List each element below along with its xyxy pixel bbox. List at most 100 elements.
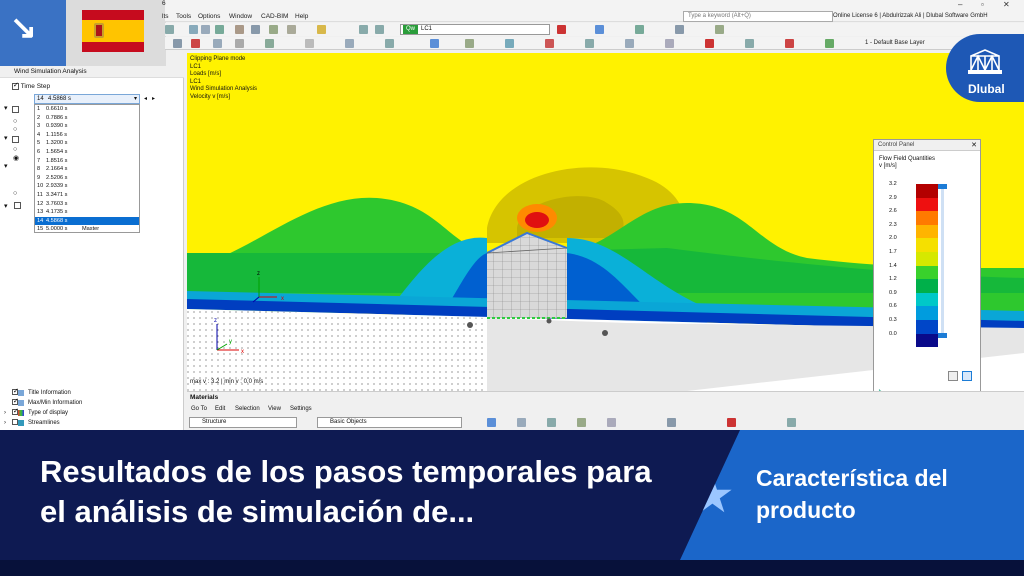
time-step-combo[interactable]: 14 4.5868 s ▾ [34, 94, 140, 104]
minimize-icon[interactable]: – [958, 0, 962, 9]
tree-checkbox[interactable] [12, 136, 19, 143]
chevron-down-icon[interactable]: ▾ [134, 95, 137, 103]
tool-icon[interactable] [505, 39, 514, 48]
time-step-item[interactable]: 5 1.3200 s [35, 139, 139, 148]
time-step-item[interactable]: 14 4.5868 s [35, 216, 139, 226]
menu-edit[interactable]: Edit [215, 406, 225, 412]
expand-icon[interactable]: ▾ [4, 134, 8, 142]
time-step-checkbox[interactable] [12, 81, 19, 90]
tool-icon[interactable] [201, 25, 210, 34]
tool-icon[interactable] [385, 39, 394, 48]
tool-icon[interactable] [787, 418, 796, 427]
time-step-row[interactable]: Time Step [12, 81, 50, 90]
tool-icon[interactable] [235, 39, 244, 48]
menu-window[interactable]: Window [229, 13, 252, 20]
expand-icon[interactable]: ▾ [4, 202, 8, 210]
menu-settings[interactable]: Settings [290, 406, 312, 412]
tool-icon[interactable] [235, 25, 244, 34]
tool-icon[interactable] [345, 39, 354, 48]
tool-icon[interactable] [745, 39, 754, 48]
chevron-right-icon[interactable]: › [4, 418, 6, 428]
tool-icon[interactable] [430, 39, 439, 48]
tool-icon[interactable] [517, 418, 526, 427]
tool-icon[interactable] [675, 25, 684, 34]
tool-icon[interactable] [635, 25, 644, 34]
tool-icon[interactable] [189, 25, 198, 34]
tool-icon[interactable] [317, 25, 326, 34]
time-step-item[interactable]: 13 4.1735 s [35, 208, 139, 217]
radio-icon[interactable]: ○ [13, 118, 17, 125]
tree-checkbox[interactable] [12, 106, 19, 113]
tree-item-streamlines[interactable]: › Streamlines [4, 418, 184, 428]
tool-icon[interactable] [785, 39, 794, 48]
legend-range-slider[interactable] [938, 184, 947, 338]
legend-toggle-icon[interactable] [962, 371, 972, 381]
time-step-item[interactable]: 7 1.8516 s [35, 157, 139, 166]
objects-select[interactable]: Basic Objects [317, 417, 462, 428]
menu-selection[interactable]: Selection [235, 406, 260, 412]
slider-min-handle[interactable] [938, 333, 947, 338]
slider-max-handle[interactable] [938, 184, 947, 189]
settings-icon[interactable] [948, 371, 958, 381]
tool-icon[interactable] [557, 25, 566, 34]
tool-icon[interactable] [165, 25, 174, 34]
layer-select[interactable]: 1 - Default Base Layer [865, 38, 955, 49]
tool-icon[interactable] [595, 25, 604, 34]
close-icon[interactable]: ✕ [971, 141, 977, 149]
expand-icon[interactable]: ▾ [4, 162, 8, 170]
time-step-item[interactable]: 1 0.6610 s [35, 105, 139, 114]
tool-icon[interactable] [667, 418, 676, 427]
tree-item-max-min-information[interactable]: Max/Min Information [4, 397, 184, 408]
time-step-item[interactable]: 2 0.7886 s [35, 114, 139, 123]
radio-icon[interactable]: ○ [13, 146, 17, 153]
radio-selected-icon[interactable]: ◉ [13, 154, 19, 162]
tool-icon[interactable] [305, 39, 314, 48]
tool-icon[interactable] [625, 39, 634, 48]
tool-icon[interactable] [577, 418, 586, 427]
tool-icon[interactable] [213, 39, 222, 48]
tool-icon[interactable] [607, 418, 616, 427]
time-step-item[interactable]: 8 2.1664 s [35, 165, 139, 174]
menu-help[interactable]: Help [295, 13, 308, 20]
close-icon[interactable]: ✕ [1003, 0, 1010, 9]
load-case-select[interactable]: Qw LC1 [400, 24, 550, 35]
radio-icon[interactable]: ○ [13, 190, 17, 197]
tool-icon[interactable] [727, 418, 736, 427]
tool-icon[interactable] [265, 39, 274, 48]
menu-go-to[interactable]: Go To [191, 406, 207, 412]
prev-step-icon[interactable]: ◂ [144, 95, 147, 102]
tool-icon[interactable] [545, 39, 554, 48]
time-step-item[interactable]: 10 2.9339 s [35, 182, 139, 191]
menu-options[interactable]: Options [198, 13, 220, 20]
search-input[interactable]: Type a keyword (Alt+Q) [683, 11, 833, 22]
tool-icon[interactable] [375, 25, 384, 34]
tool-icon[interactable] [359, 25, 368, 34]
time-step-item[interactable]: 12 3.7603 s [35, 200, 139, 209]
menu-tools[interactable]: Tools [176, 13, 191, 20]
tool-icon[interactable] [715, 25, 724, 34]
chevron-right-icon[interactable]: › [4, 408, 6, 418]
tree-checkbox[interactable] [14, 202, 21, 209]
time-step-item[interactable]: 15 5.0000 s Master [35, 225, 139, 234]
tool-icon[interactable] [705, 39, 714, 48]
time-step-item[interactable]: 4 1.1156 s [35, 131, 139, 140]
time-step-item[interactable]: 9 2.5206 s [35, 174, 139, 183]
tool-icon[interactable] [547, 418, 556, 427]
tool-icon[interactable] [251, 25, 260, 34]
menu-view[interactable]: View [268, 406, 281, 412]
tree-item-title-information[interactable]: Title Information [4, 387, 184, 398]
structure-select[interactable]: Structure [189, 417, 297, 428]
tree-item-type-of-display[interactable]: › Type of display [4, 407, 184, 418]
radio-icon[interactable]: ○ [13, 126, 17, 133]
tool-icon[interactable] [465, 39, 474, 48]
menu-cad-bim[interactable]: CAD-BIM [261, 13, 288, 20]
tool-icon[interactable] [825, 39, 834, 48]
tool-icon[interactable] [215, 25, 224, 34]
time-step-item[interactable]: 6 1.5654 s [35, 148, 139, 157]
tool-icon[interactable] [665, 39, 674, 48]
tool-icon[interactable] [269, 25, 278, 34]
maximize-icon[interactable]: ▫ [981, 0, 984, 9]
tool-icon[interactable] [287, 25, 296, 34]
tool-icon[interactable] [173, 39, 182, 48]
time-step-item[interactable]: 3 0.9390 s [35, 122, 139, 131]
